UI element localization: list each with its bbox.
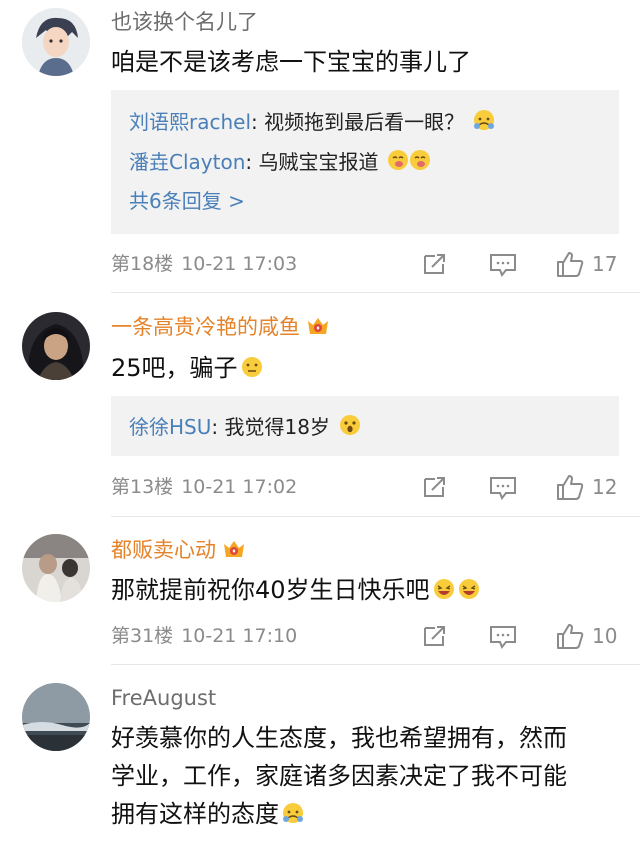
reply-text: : 乌贼宝宝报道 bbox=[245, 150, 379, 174]
reply-username[interactable]: 徐徐HSU bbox=[129, 415, 211, 439]
comment-text-line: 好羡慕你的人生态度，我也希望拥有，然而 bbox=[111, 724, 567, 752]
reply-button[interactable] bbox=[489, 475, 517, 501]
share-icon bbox=[424, 626, 445, 646]
reply-button[interactable] bbox=[489, 624, 517, 650]
comment-text: 好羡慕你的人生态度，我也希望拥有，然而 学业，工作，家庭诸多因素决定了我不可能 … bbox=[111, 720, 567, 832]
reply-username[interactable]: 潘垚Clayton bbox=[129, 150, 245, 174]
reply-username[interactable]: 刘语熙rachel bbox=[129, 110, 251, 134]
thinking-emoji-icon bbox=[241, 357, 262, 377]
username[interactable]: 也该换个名儿了 bbox=[111, 9, 258, 35]
comment-text: 25吧，骗子 bbox=[111, 350, 264, 386]
username-text[interactable]: 一条高贵冷艳的咸鱼 bbox=[111, 315, 300, 339]
share-icon bbox=[424, 254, 445, 274]
vip-badge-icon bbox=[224, 541, 244, 557]
floor-number: 第13楼 bbox=[111, 476, 174, 498]
laughing-emoji-icon bbox=[433, 579, 479, 599]
floor-number: 第18楼 bbox=[111, 253, 174, 275]
share-icon bbox=[424, 477, 445, 497]
like-count: 10 bbox=[592, 624, 618, 648]
comment-icon bbox=[490, 477, 516, 500]
reply-text: : 视频拖到最后看一眼？ bbox=[251, 110, 465, 134]
floor-number: 第31楼 bbox=[111, 625, 174, 647]
avatar[interactable] bbox=[22, 8, 90, 76]
divider bbox=[111, 292, 640, 293]
reply-box[interactable]: 刘语熙rachel: 视频拖到最后看一眼？ 潘垚Clayton: 乌贼宝宝报道 … bbox=[111, 90, 619, 234]
reply-1: 徐徐HSU: 我觉得18岁 bbox=[129, 413, 362, 440]
share-button[interactable] bbox=[422, 252, 448, 276]
reply-button[interactable] bbox=[489, 252, 517, 278]
thumbs-up-icon bbox=[557, 624, 584, 649]
divider bbox=[111, 516, 640, 517]
like-count: 17 bbox=[592, 252, 618, 276]
avatar[interactable] bbox=[22, 534, 90, 602]
comment-text-content: 25吧，骗子 bbox=[111, 354, 238, 382]
comment-icon bbox=[490, 626, 516, 649]
reply-text: : 我觉得18岁 bbox=[211, 415, 330, 439]
timestamp: 10-21 17:03 bbox=[181, 253, 298, 275]
share-button[interactable] bbox=[422, 475, 448, 499]
timestamp: 10-21 17:10 bbox=[181, 625, 298, 647]
reply-box[interactable]: 徐徐HSU: 我觉得18岁 bbox=[111, 396, 619, 456]
divider bbox=[111, 664, 640, 665]
reply-1: 刘语熙rachel: 视频拖到最后看一眼？ bbox=[129, 108, 496, 135]
avatar[interactable] bbox=[22, 683, 90, 751]
reply-2: 潘垚Clayton: 乌贼宝宝报道 bbox=[129, 148, 431, 175]
thumbs-up-icon bbox=[557, 252, 584, 277]
username[interactable]: FreAugust bbox=[111, 685, 216, 711]
thumbs-up-icon bbox=[557, 475, 584, 500]
shocked-emoji-icon bbox=[340, 415, 361, 435]
comment-text-line: 拥有这样的态度 bbox=[111, 796, 567, 832]
comment-text: 那就提前祝你40岁生日快乐吧 bbox=[111, 572, 482, 608]
like-button[interactable]: 12 bbox=[556, 473, 617, 501]
shy-emoji-icon bbox=[283, 803, 303, 823]
shy-emoji-icon bbox=[474, 110, 495, 130]
comment-text-content: 拥有这样的态度 bbox=[111, 800, 279, 828]
drooling-emoji-icon bbox=[387, 150, 430, 170]
comment-meta: 第13楼 10-21 17:02 bbox=[111, 475, 297, 499]
username[interactable]: 都贩卖心动 bbox=[111, 537, 246, 563]
comment-text: 咱是不是该考虑一下宝宝的事儿了 bbox=[111, 48, 471, 76]
comment-text-line: 学业，工作，家庭诸多因素决定了我不可能 bbox=[111, 762, 567, 790]
vip-badge-icon bbox=[308, 318, 328, 334]
like-button[interactable]: 17 bbox=[556, 250, 617, 278]
share-button[interactable] bbox=[422, 624, 448, 648]
comment-meta: 第31楼 10-21 17:10 bbox=[111, 624, 297, 648]
avatar[interactable] bbox=[22, 312, 90, 380]
username[interactable]: 一条高贵冷艳的咸鱼 bbox=[111, 314, 330, 340]
comment-meta: 第18楼 10-21 17:03 bbox=[111, 252, 297, 276]
comment-icon bbox=[490, 254, 516, 277]
username-text[interactable]: 都贩卖心动 bbox=[111, 538, 216, 562]
timestamp: 10-21 17:02 bbox=[181, 476, 298, 498]
like-button[interactable]: 10 bbox=[556, 622, 617, 650]
like-count: 12 bbox=[592, 475, 618, 499]
more-replies-link[interactable]: 共6条回复 > bbox=[129, 188, 245, 214]
comment-text-content: 那就提前祝你40岁生日快乐吧 bbox=[111, 576, 430, 604]
